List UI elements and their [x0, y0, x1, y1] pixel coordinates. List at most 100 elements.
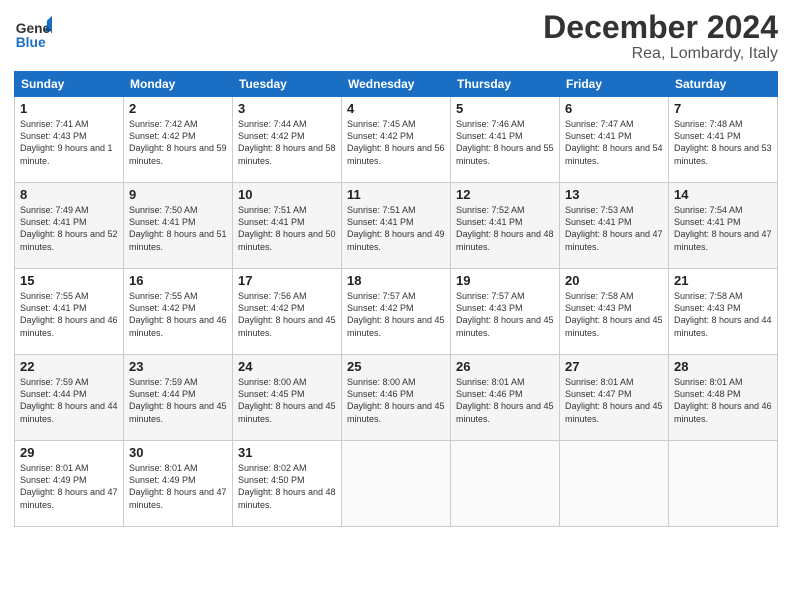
cell-content: Sunrise: 7:41 AMSunset: 4:43 PMDaylight:…	[20, 118, 118, 167]
col-saturday: Saturday	[669, 72, 778, 97]
calendar-cell	[560, 441, 669, 527]
calendar-cell: 24 Sunrise: 8:00 AMSunset: 4:45 PMDayligh…	[233, 355, 342, 441]
day-number: 9	[129, 187, 227, 202]
calendar-week-row: 15Sunrise: 7:55 AMSunset: 4:41 PMDayligh…	[15, 269, 778, 355]
day-number: 24	[238, 359, 336, 374]
calendar-cell: 1 Sunrise: 7:41 AMSunset: 4:43 PMDaylight…	[15, 97, 124, 183]
cell-content: Sunrise: 7:51 AMSunset: 4:41 PMDaylight:…	[238, 204, 336, 253]
day-number: 27	[565, 359, 663, 374]
calendar-cell: 8 Sunrise: 7:49 AMSunset: 4:41 PMDaylight…	[15, 183, 124, 269]
day-number: 7	[674, 101, 772, 116]
cell-content: Sunrise: 7:50 AMSunset: 4:41 PMDaylight:…	[129, 204, 227, 253]
cell-content: Sunrise: 7:42 AMSunset: 4:42 PMDaylight:…	[129, 118, 227, 167]
calendar-week-row: 1 Sunrise: 7:41 AMSunset: 4:43 PMDaylight…	[15, 97, 778, 183]
calendar-cell: 27 Sunrise: 8:01 AMSunset: 4:47 PMDayligh…	[560, 355, 669, 441]
cell-content: Sunrise: 8:00 AMSunset: 4:45 PMDaylight:…	[238, 376, 336, 425]
calendar-cell: 5Sunrise: 7:46 AMSunset: 4:41 PMDaylight…	[451, 97, 560, 183]
day-number: 12	[456, 187, 554, 202]
day-number: 2	[129, 101, 227, 116]
calendar-cell: 9 Sunrise: 7:50 AMSunset: 4:41 PMDaylight…	[124, 183, 233, 269]
cell-content: Sunrise: 8:02 AMSunset: 4:50 PMDaylight:…	[238, 462, 336, 511]
cell-content: Sunrise: 7:59 AMSunset: 4:44 PMDaylight:…	[20, 376, 118, 425]
day-number: 26	[456, 359, 554, 374]
cell-content: Sunrise: 7:58 AMSunset: 4:43 PMDaylight:…	[565, 290, 663, 339]
day-number: 14	[674, 187, 772, 202]
day-number: 3	[238, 101, 336, 116]
day-number: 6	[565, 101, 663, 116]
day-number: 1	[20, 101, 118, 116]
cell-content: Sunrise: 7:45 AMSunset: 4:42 PMDaylight:…	[347, 118, 445, 167]
calendar-header: Sunday Monday Tuesday Wednesday Thursday…	[15, 72, 778, 97]
calendar-cell	[342, 441, 451, 527]
calendar-cell: 18Sunrise: 7:57 AMSunset: 4:42 PMDayligh…	[342, 269, 451, 355]
day-number: 4	[347, 101, 445, 116]
calendar-cell: 29 Sunrise: 8:01 AMSunset: 4:49 PMDayligh…	[15, 441, 124, 527]
calendar-table: Sunday Monday Tuesday Wednesday Thursday…	[14, 71, 778, 527]
col-friday: Friday	[560, 72, 669, 97]
day-number: 31	[238, 445, 336, 460]
day-number: 16	[129, 273, 227, 288]
day-number: 29	[20, 445, 118, 460]
cell-content: Sunrise: 7:55 AMSunset: 4:42 PMDaylight:…	[129, 290, 227, 339]
calendar-cell: 25Sunrise: 8:00 AMSunset: 4:46 PMDayligh…	[342, 355, 451, 441]
cell-content: Sunrise: 8:01 AMSunset: 4:49 PMDaylight:…	[20, 462, 118, 511]
calendar-cell: 28Sunrise: 8:01 AMSunset: 4:48 PMDayligh…	[669, 355, 778, 441]
cell-content: Sunrise: 7:55 AMSunset: 4:41 PMDaylight:…	[20, 290, 118, 339]
calendar-cell	[451, 441, 560, 527]
calendar-week-row: 8 Sunrise: 7:49 AMSunset: 4:41 PMDaylight…	[15, 183, 778, 269]
cell-content: Sunrise: 7:56 AMSunset: 4:42 PMDaylight:…	[238, 290, 336, 339]
calendar-cell: 7Sunrise: 7:48 AMSunset: 4:41 PMDaylight…	[669, 97, 778, 183]
calendar-cell: 10 Sunrise: 7:51 AMSunset: 4:41 PMDayligh…	[233, 183, 342, 269]
cell-content: Sunrise: 7:49 AMSunset: 4:41 PMDaylight:…	[20, 204, 118, 253]
day-number: 23	[129, 359, 227, 374]
calendar-cell: 17Sunrise: 7:56 AMSunset: 4:42 PMDayligh…	[233, 269, 342, 355]
cell-content: Sunrise: 7:58 AMSunset: 4:43 PMDaylight:…	[674, 290, 772, 339]
day-number: 8	[20, 187, 118, 202]
header-row: Sunday Monday Tuesday Wednesday Thursday…	[15, 72, 778, 97]
col-tuesday: Tuesday	[233, 72, 342, 97]
page: General Blue December 2024 Rea, Lombardy…	[0, 0, 792, 612]
cell-content: Sunrise: 7:54 AMSunset: 4:41 PMDaylight:…	[674, 204, 772, 253]
day-number: 22	[20, 359, 118, 374]
cell-content: Sunrise: 7:52 AMSunset: 4:41 PMDaylight:…	[456, 204, 554, 253]
calendar-cell: 20Sunrise: 7:58 AMSunset: 4:43 PMDayligh…	[560, 269, 669, 355]
cell-content: Sunrise: 7:59 AMSunset: 4:44 PMDaylight:…	[129, 376, 227, 425]
calendar-week-row: 29 Sunrise: 8:01 AMSunset: 4:49 PMDayligh…	[15, 441, 778, 527]
day-number: 5	[456, 101, 554, 116]
calendar-cell	[669, 441, 778, 527]
calendar-cell: 13Sunrise: 7:53 AMSunset: 4:41 PMDayligh…	[560, 183, 669, 269]
generalblue-logo-icon: General Blue	[14, 14, 52, 52]
col-sunday: Sunday	[15, 72, 124, 97]
calendar-cell: 15Sunrise: 7:55 AMSunset: 4:41 PMDayligh…	[15, 269, 124, 355]
day-number: 11	[347, 187, 445, 202]
day-number: 18	[347, 273, 445, 288]
cell-content: Sunrise: 7:53 AMSunset: 4:41 PMDaylight:…	[565, 204, 663, 253]
logo: General Blue	[14, 14, 52, 52]
calendar-cell: 22 Sunrise: 7:59 AMSunset: 4:44 PMDayligh…	[15, 355, 124, 441]
calendar-cell: 23 Sunrise: 7:59 AMSunset: 4:44 PMDayligh…	[124, 355, 233, 441]
calendar-cell: 30Sunrise: 8:01 AMSunset: 4:49 PMDayligh…	[124, 441, 233, 527]
cell-content: Sunrise: 7:44 AMSunset: 4:42 PMDaylight:…	[238, 118, 336, 167]
calendar-cell: 12 Sunrise: 7:52 AMSunset: 4:41 PMDayligh…	[451, 183, 560, 269]
calendar-cell: 3 Sunrise: 7:44 AMSunset: 4:42 PMDaylight…	[233, 97, 342, 183]
col-monday: Monday	[124, 72, 233, 97]
day-number: 10	[238, 187, 336, 202]
calendar-body: 1 Sunrise: 7:41 AMSunset: 4:43 PMDaylight…	[15, 97, 778, 527]
cell-content: Sunrise: 8:01 AMSunset: 4:47 PMDaylight:…	[565, 376, 663, 425]
calendar-cell: 31 Sunrise: 8:02 AMSunset: 4:50 PMDayligh…	[233, 441, 342, 527]
col-thursday: Thursday	[451, 72, 560, 97]
calendar-cell: 26 Sunrise: 8:01 AMSunset: 4:46 PMDayligh…	[451, 355, 560, 441]
day-number: 21	[674, 273, 772, 288]
subtitle: Rea, Lombardy, Italy	[543, 45, 778, 63]
calendar-cell: 11Sunrise: 7:51 AMSunset: 4:41 PMDayligh…	[342, 183, 451, 269]
calendar-cell: 14 Sunrise: 7:54 AMSunset: 4:41 PMDayligh…	[669, 183, 778, 269]
calendar-cell: 19 Sunrise: 7:57 AMSunset: 4:43 PMDayligh…	[451, 269, 560, 355]
day-number: 19	[456, 273, 554, 288]
cell-content: Sunrise: 8:01 AMSunset: 4:46 PMDaylight:…	[456, 376, 554, 425]
cell-content: Sunrise: 7:57 AMSunset: 4:43 PMDaylight:…	[456, 290, 554, 339]
calendar-week-row: 22 Sunrise: 7:59 AMSunset: 4:44 PMDayligh…	[15, 355, 778, 441]
calendar-cell: 21 Sunrise: 7:58 AMSunset: 4:43 PMDayligh…	[669, 269, 778, 355]
cell-content: Sunrise: 7:47 AMSunset: 4:41 PMDaylight:…	[565, 118, 663, 167]
calendar-cell: 16 Sunrise: 7:55 AMSunset: 4:42 PMDayligh…	[124, 269, 233, 355]
calendar-cell: 2 Sunrise: 7:42 AMSunset: 4:42 PMDaylight…	[124, 97, 233, 183]
